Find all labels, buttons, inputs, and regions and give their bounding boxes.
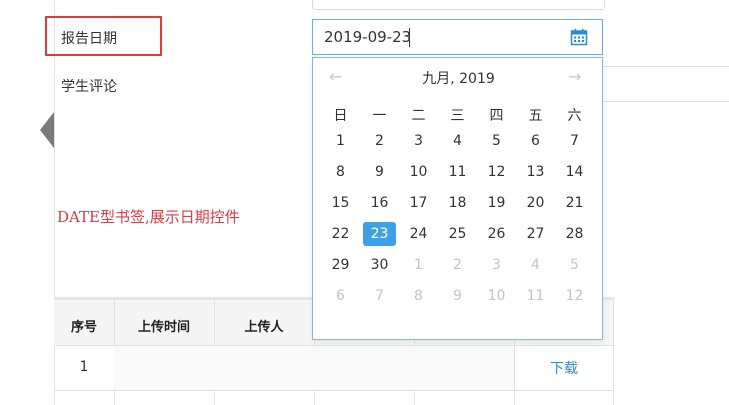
calendar-day[interactable]: 8 xyxy=(324,160,357,184)
report-date-input[interactable]: 2019-09-23 xyxy=(312,19,603,55)
calendar-day[interactable]: 10 xyxy=(480,284,513,308)
report-date-value: 2019-09-23 xyxy=(324,28,412,46)
weekday-label: 一 xyxy=(372,108,387,124)
calendar-day[interactable]: 6 xyxy=(324,284,357,308)
weekday-label: 日 xyxy=(333,108,348,124)
calendar-day[interactable]: 3 xyxy=(402,129,435,153)
calendar-day[interactable]: 18 xyxy=(441,191,474,215)
calendar-day[interactable]: 5 xyxy=(558,253,591,277)
calendar-day[interactable]: 30 xyxy=(363,253,396,277)
calendar-day[interactable]: 24 xyxy=(402,222,435,246)
calendar-day[interactable]: 3 xyxy=(480,253,513,277)
calendar-day[interactable]: 16 xyxy=(363,191,396,215)
calendar-day[interactable]: 17 xyxy=(402,191,435,215)
weekday-label: 二 xyxy=(411,108,426,124)
left-triangle-icon[interactable] xyxy=(40,112,54,148)
calendar-day[interactable]: 28 xyxy=(558,222,591,246)
comment-row-top-line xyxy=(600,66,729,67)
table-row-divider xyxy=(54,390,614,391)
table-row-shade xyxy=(114,346,514,390)
calendar-day[interactable]: 1 xyxy=(324,129,357,153)
calendar-day[interactable]: 19 xyxy=(480,191,513,215)
calendar-day[interactable]: 9 xyxy=(363,160,396,184)
table-row: 1 下载 xyxy=(54,346,614,390)
calendar-day[interactable]: 29 xyxy=(324,253,357,277)
calendar-day[interactable]: 11 xyxy=(519,284,552,308)
calendar-day[interactable]: 2 xyxy=(363,129,396,153)
calendar-day[interactable]: 1 xyxy=(402,253,435,277)
weekday-label: 四 xyxy=(489,108,504,124)
calendar-day[interactable]: 7 xyxy=(363,284,396,308)
next-month-arrow-icon[interactable]: → xyxy=(568,67,581,86)
weekday-label: 六 xyxy=(567,108,582,124)
calendar-day[interactable]: 13 xyxy=(519,160,552,184)
calendar-day[interactable]: 14 xyxy=(558,160,591,184)
weekday-header: 日一二三四五六 xyxy=(313,105,604,125)
calendar-day[interactable]: 8 xyxy=(402,284,435,308)
calendar-day[interactable]: 10 xyxy=(402,160,435,184)
calendar-day[interactable]: 9 xyxy=(441,284,474,308)
comment-row-bottom-line xyxy=(600,101,729,102)
datepicker-popup: ← 九月, 2019 → 日一二三四五六 1 2 3 4 5 6 7 8 9 10 11 12 13 14… xyxy=(312,57,603,340)
annotation-text: DATE型书签,展示日期控件 xyxy=(57,208,240,226)
calendar-day[interactable]: 5 xyxy=(480,129,513,153)
calendar-day[interactable]: 23 xyxy=(363,222,396,246)
day-grid: 1 2 3 4 5 6 7 8 9 10 11 12 13 14 15 16 17 18 19 20 21 22 23 24 2… xyxy=(313,129,604,319)
weekday-label: 三 xyxy=(450,108,465,124)
student-comment-label: 学生评论 xyxy=(61,79,117,95)
table-header-upload-time: 上传时间 xyxy=(137,320,190,335)
calendar-day[interactable]: 15 xyxy=(324,191,357,215)
weekday-label: 五 xyxy=(528,108,543,124)
calendar-day[interactable]: 21 xyxy=(558,191,591,215)
calendar-day[interactable]: 6 xyxy=(519,129,552,153)
text-cursor xyxy=(409,28,410,47)
calendar-day[interactable]: 7 xyxy=(558,129,591,153)
calendar-day[interactable]: 26 xyxy=(480,222,513,246)
month-title[interactable]: 九月, 2019 xyxy=(313,68,604,88)
calendar-icon[interactable] xyxy=(570,28,590,48)
calendar-day[interactable]: 4 xyxy=(441,129,474,153)
calendar-day[interactable]: 20 xyxy=(519,191,552,215)
calendar-day[interactable]: 4 xyxy=(519,253,552,277)
table-header-uploader: 上传人 xyxy=(244,320,284,335)
previous-field-box xyxy=(312,0,605,10)
table-header-index: 序号 xyxy=(70,320,97,335)
calendar-day[interactable]: 12 xyxy=(480,160,513,184)
download-link[interactable]: 下载 xyxy=(514,358,614,378)
calendar-day[interactable]: 27 xyxy=(519,222,552,246)
calendar-day[interactable]: 12 xyxy=(558,284,591,308)
calendar-day[interactable]: 2 xyxy=(441,253,474,277)
calendar-day[interactable]: 25 xyxy=(441,222,474,246)
calendar-day[interactable]: 22 xyxy=(324,222,357,246)
calendar-day[interactable]: 11 xyxy=(441,160,474,184)
table-cell-index: 1 xyxy=(79,359,89,375)
report-date-label: 报告日期 xyxy=(61,31,117,47)
